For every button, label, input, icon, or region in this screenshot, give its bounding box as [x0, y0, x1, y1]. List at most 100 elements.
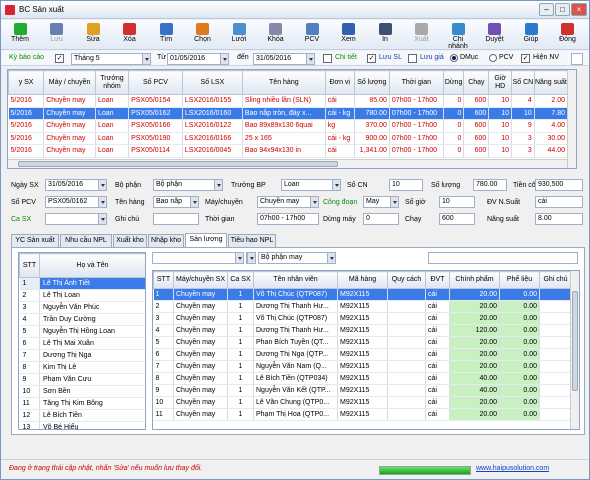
save-price-checkbox[interactable]: [408, 54, 417, 63]
list-item[interactable]: 1 Lê Thị Ánh Tiết: [19, 277, 145, 290]
table-row[interactable]: 11 Chuyền may 1 Phạm Thị Hoa (QTP0... M92X11…: [153, 408, 572, 421]
toolbar-button-12[interactable]: Chi nhánh: [443, 22, 473, 50]
close-window-button[interactable]: ×: [571, 3, 587, 16]
vertical-scrollbar[interactable]: [567, 70, 576, 168]
toolbar-button-14[interactable]: Giúp: [516, 22, 546, 48]
toolbar-button-7[interactable]: Khóa: [261, 22, 291, 48]
tab-1[interactable]: Nhu cầu NPL: [60, 234, 112, 247]
hours-input[interactable]: 10: [439, 196, 475, 208]
column-header[interactable]: Ghi chú: [539, 271, 572, 289]
horizontal-scrollbar[interactable]: [8, 159, 568, 168]
table-row[interactable]: 5 Chuyền may 1 Phan Bích Tuyền (QT... M92X11…: [153, 336, 572, 349]
table-row[interactable]: 9 Chuyền may 1 Nguyễn Văn Kết (QTP... M92X11…: [153, 384, 572, 397]
sub-filter-search[interactable]: [428, 252, 578, 264]
to-date-input[interactable]: 31/05/2016: [253, 53, 315, 65]
sub-filter-select-1[interactable]: [152, 252, 244, 264]
column-header[interactable]: Máy / chuyền: [43, 70, 96, 95]
from-date-input[interactable]: 01/05/2016: [167, 53, 229, 65]
toolbar-button-15[interactable]: Đóng: [553, 22, 583, 48]
item-name-select[interactable]: Bao nắp: [153, 196, 199, 208]
table-row[interactable]: 3 Chuyền may 1 Võ Thị Chúc (QTP087) M92X115 c…: [153, 312, 572, 325]
quantity-input[interactable]: 780.00: [473, 179, 507, 191]
stage-select[interactable]: May: [363, 196, 399, 208]
toolbar-button-1[interactable]: Lưu: [42, 22, 72, 48]
month-select[interactable]: Tháng 5: [71, 53, 151, 65]
toolbar-button-5[interactable]: Chọn: [188, 22, 218, 48]
downtime-input[interactable]: 0: [363, 213, 399, 225]
column-header[interactable]: Ca SX: [227, 271, 254, 289]
column-header[interactable]: Máy/chuyền SX: [173, 271, 228, 289]
scroll-thumb[interactable]: [572, 291, 578, 391]
pcv-no-select[interactable]: PSX05/0162: [45, 196, 107, 208]
list-item[interactable]: 2 Lê Thị Loan: [19, 289, 145, 302]
list-item[interactable]: 7 Dương Thị Nga: [19, 349, 145, 362]
filter-extra-box[interactable]: [571, 53, 583, 65]
scroll-thumb[interactable]: [18, 161, 338, 167]
tab-2[interactable]: Xuất kho: [113, 234, 147, 247]
period-checkbox[interactable]: ✓: [55, 54, 64, 63]
toolbar-button-2[interactable]: Sửa: [78, 22, 108, 48]
productivity-input[interactable]: 8.00: [535, 213, 583, 225]
pcv-radio[interactable]: [489, 54, 497, 62]
table-row[interactable]: 1 Chuyền may 1 Võ Thị Chúc (QTP087) M92X115 c…: [153, 288, 572, 301]
line-select[interactable]: Chuyền may: [257, 196, 319, 208]
note-input[interactable]: [153, 213, 199, 225]
time-input[interactable]: 07h00 - 17h00: [257, 213, 319, 225]
table-row[interactable]: 2 Chuyền may 1 Dương Thị Thanh Hư... M92X115…: [153, 300, 572, 313]
toolbar-button-13[interactable]: Duyệt: [480, 22, 510, 48]
list-item[interactable]: 9 Phạm Văn Cưu: [19, 373, 145, 386]
toolbar-button-10[interactable]: In: [370, 22, 400, 48]
productivity-unit-input[interactable]: cái: [535, 196, 583, 208]
runtime-input[interactable]: 600: [439, 213, 475, 225]
shift-select[interactable]: [45, 213, 107, 225]
column-header[interactable]: Phế liệu: [499, 271, 540, 289]
column-header[interactable]: Số PCV: [128, 70, 183, 95]
list-item[interactable]: 3 Nguyễn Văn Phúc: [19, 301, 145, 314]
table-row[interactable]: 6 Chuyền may 1 Dương Thị Nga (QTP... M92X115…: [153, 348, 572, 361]
show-staff-checkbox[interactable]: ✓: [521, 54, 530, 63]
tab-3[interactable]: Nhập kho: [148, 234, 184, 247]
column-header[interactable]: STT: [19, 253, 40, 278]
column-header[interactable]: Số CN: [511, 70, 535, 95]
table-row[interactable]: 10 Chuyền may 1 Lê Văn Chung (QTP0... M92X11…: [153, 396, 572, 409]
table-row[interactable]: 5/2016 Chuyền may Loan PSX05/0166 LSX2016/01…: [8, 119, 569, 133]
toolbar-button-8[interactable]: PCV: [297, 22, 327, 48]
list-item[interactable]: 6 Lê Thị Mai Xuân: [19, 337, 145, 350]
table-row[interactable]: 8 Chuyền may 1 Lê Bích Tiền (QTP034) M92X115…: [153, 372, 572, 385]
column-header[interactable]: Trưởng nhóm: [94, 70, 130, 95]
vertical-scrollbar[interactable]: [570, 271, 579, 429]
dept-head-select[interactable]: Loan: [281, 179, 341, 191]
list-item[interactable]: 12 Lê Bích Tiền: [19, 409, 145, 422]
toolbar-button-11[interactable]: Xuất: [407, 22, 437, 48]
column-header[interactable]: Chạy: [463, 70, 490, 95]
column-header[interactable]: y SX: [8, 70, 45, 95]
column-header[interactable]: Giờ HD: [488, 70, 513, 95]
tab-4[interactable]: Sản lượng: [185, 233, 227, 247]
column-header[interactable]: Họ và Tên: [39, 253, 145, 278]
list-item[interactable]: 13 Võ Bé Hiểu: [19, 421, 145, 429]
list-item[interactable]: 8 Kim Thị Lê: [19, 361, 145, 374]
column-header[interactable]: Mã hàng: [337, 271, 388, 289]
department-select[interactable]: Bộ phận: [153, 179, 223, 191]
table-row[interactable]: 5/2016 Chuyền may Loan PSX05/0162 LSX2016/01…: [8, 107, 569, 120]
column-header[interactable]: Tên nhân viên: [253, 271, 338, 289]
toolbar-button-9[interactable]: Xem: [334, 22, 364, 48]
table-row[interactable]: 5/2016 Chuyền may Loan PSX05/0114 LSX2016/00…: [8, 144, 569, 158]
website-link[interactable]: www.haipusolution.com: [476, 465, 549, 472]
save-qty-checkbox[interactable]: ✓: [367, 54, 376, 63]
column-header[interactable]: Quy cách: [387, 271, 426, 289]
table-row[interactable]: 7 Chuyền may 1 Nguyễn Văn Nam (Q... M92X115 c…: [153, 360, 572, 373]
column-header[interactable]: ĐVT: [425, 271, 450, 289]
list-item[interactable]: 4 Trần Duy Cường: [19, 313, 145, 326]
column-header[interactable]: Số LSX: [181, 70, 243, 95]
minimize-button[interactable]: –: [539, 3, 554, 16]
column-header[interactable]: STT: [153, 271, 174, 289]
maximize-button[interactable]: □: [555, 3, 570, 16]
column-header[interactable]: Dừng: [442, 70, 465, 95]
column-header[interactable]: Chính phẩm: [449, 271, 500, 289]
toolbar-button-4[interactable]: Tìm: [151, 22, 181, 48]
toolbar-button-3[interactable]: Xóa: [115, 22, 145, 48]
production-date-input[interactable]: 31/05/2016: [45, 179, 107, 191]
wage-input[interactable]: 930,500: [535, 179, 583, 191]
tab-5[interactable]: Tiêu hao NPL: [228, 234, 276, 247]
